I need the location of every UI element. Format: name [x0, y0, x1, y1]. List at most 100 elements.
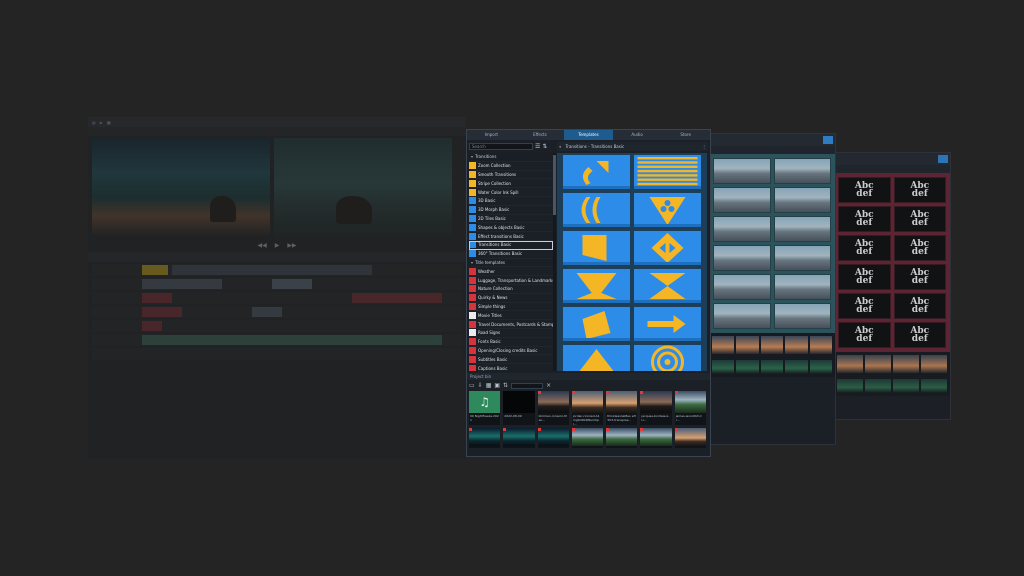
transition-tile[interactable] — [634, 155, 701, 189]
transition-tile[interactable] — [563, 155, 630, 189]
grid-view-icon[interactable]: ▦ — [486, 382, 492, 389]
video-template-tile[interactable] — [713, 216, 771, 242]
category-item[interactable]: Zoom Collection — [469, 162, 553, 171]
category-group-header[interactable]: ▾ Title templates — [469, 258, 553, 268]
project-bin-item[interactable] — [537, 428, 569, 448]
sort-icon[interactable]: ⇅ — [542, 143, 547, 150]
panel-button[interactable] — [823, 136, 833, 144]
font-template-tile[interactable]: Abc def — [838, 206, 891, 232]
transition-tile[interactable] — [634, 193, 701, 227]
project-bin-item[interactable] — [674, 428, 706, 448]
category-item[interactable]: Shapes & objects Basic — [469, 223, 553, 233]
category-item[interactable]: Transitions Basic — [469, 240, 553, 250]
tab-store[interactable]: Store — [661, 130, 710, 140]
font-template-tile[interactable]: Abc def — [838, 235, 891, 261]
font-template-tile[interactable]: Abc def — [893, 206, 946, 232]
tab-audio[interactable]: Audio — [613, 130, 662, 140]
transition-tile[interactable] — [634, 345, 701, 371]
category-item[interactable]: Effect transitions Basic — [469, 232, 553, 241]
video-template-tile[interactable] — [713, 187, 771, 213]
font-template-tile[interactable]: Abc def — [838, 177, 891, 203]
video-template-tile[interactable] — [713, 245, 771, 271]
category-item[interactable]: Road Signs — [469, 329, 553, 338]
transition-tile[interactable] — [563, 231, 630, 265]
category-group-header[interactable]: ▾ Transitions — [469, 153, 553, 162]
transition-tile[interactable] — [634, 307, 701, 341]
font-template-tile[interactable]: Abc def — [838, 264, 891, 290]
category-item[interactable]: Opening/Closing credits Basic — [469, 346, 553, 356]
category-label: 2D Tiles Basic — [478, 215, 506, 221]
search-input[interactable]: Search — [469, 143, 533, 150]
project-bin-item[interactable] — [640, 428, 672, 448]
project-bin-item[interactable] — [571, 428, 604, 448]
category-item[interactable]: 3D Basic — [469, 197, 553, 206]
category-item[interactable]: Stripe Collection — [469, 179, 553, 189]
project-bin-item[interactable]: kimmen-ronsom-Meo... — [537, 391, 569, 425]
video-template-tile[interactable] — [773, 245, 831, 271]
project-bin-item[interactable] — [469, 428, 501, 448]
scrollbar-thumb[interactable] — [553, 155, 556, 215]
font-template-tile[interactable]: Abc def — [838, 293, 891, 319]
transition-tile[interactable] — [634, 269, 701, 303]
sort-icon[interactable]: ⇅ — [503, 382, 508, 389]
project-bin-item[interactable]: jordan-rinnzed-A1 mg9UDkDNumbpl... — [571, 391, 604, 425]
category-item[interactable]: Smooth Transitions — [469, 170, 553, 180]
video-template-tile[interactable] — [773, 158, 831, 184]
tab-import[interactable]: Import — [467, 130, 516, 140]
video-template-tile[interactable] — [713, 303, 771, 329]
list-view-icon[interactable]: ☰ — [535, 143, 540, 150]
project-bin-item[interactable] — [503, 428, 535, 448]
category-item[interactable]: Simple things — [469, 302, 553, 312]
video-template-tile[interactable] — [713, 274, 771, 300]
category-item[interactable]: Luggage, Transportation & Landmarks — [469, 276, 553, 285]
back-icon[interactable]: « — [559, 144, 561, 149]
project-bin-item[interactable] — [606, 428, 638, 448]
project-bin-item[interactable]: jacques-bordeaux-U... — [640, 391, 672, 425]
category-item[interactable]: 3D Morph Basic — [469, 206, 553, 215]
project-bin-item[interactable]: james-wooditch-tr... — [674, 391, 706, 425]
video-template-tile[interactable] — [713, 158, 771, 184]
category-label: Captions Basic — [478, 365, 508, 371]
category-scrollbar[interactable] — [553, 153, 556, 371]
project-bin-item[interactable]: 2022-08-09 — [503, 391, 535, 425]
transition-tile[interactable] — [563, 193, 630, 227]
font-template-tile[interactable]: Abc def — [893, 293, 946, 319]
category-item[interactable]: Water Color Ink Spill — [469, 188, 553, 197]
panel-button[interactable] — [938, 155, 948, 163]
video-template-tile[interactable] — [773, 216, 831, 242]
bin-search-input[interactable] — [511, 382, 544, 389]
category-item[interactable]: Weather — [469, 267, 553, 277]
transition-tile[interactable] — [563, 345, 630, 371]
video-template-tile[interactable] — [773, 187, 831, 213]
tab-effects[interactable]: Effects — [516, 130, 565, 140]
image-icon[interactable]: ▣ — [494, 382, 500, 389]
category-label: Nature Collection — [478, 286, 513, 292]
tab-templates[interactable]: Templates — [564, 130, 613, 140]
project-bin-item[interactable]: ♫ 00 Nightfreeze.2021 — [469, 391, 501, 425]
category-item[interactable]: 360° Transitions Basic — [469, 250, 553, 259]
more-options-icon[interactable]: ⋮ — [702, 144, 708, 149]
font-template-tile[interactable]: Abc def — [838, 322, 891, 348]
import-icon[interactable]: ⇩ — [478, 382, 483, 389]
category-item[interactable]: Travel Documents, Postcards & Stamps — [469, 320, 553, 329]
font-template-tile[interactable]: Abc def — [893, 177, 946, 203]
category-item[interactable]: Quirky & News — [469, 294, 553, 303]
category-item[interactable]: Fonts Basic — [469, 338, 553, 347]
project-bin-item[interactable]: thinkleavlieMeo eH3U3-transpres... — [606, 391, 638, 425]
category-item[interactable]: Movie Titles — [469, 311, 553, 321]
category-item[interactable]: Subtitles Basic — [469, 355, 553, 365]
font-template-tile[interactable]: Abc def — [893, 235, 946, 261]
close-icon[interactable]: × — [546, 382, 551, 389]
transition-tile[interactable] — [563, 269, 630, 303]
video-template-tile[interactable] — [773, 303, 831, 329]
category-item[interactable]: Captions Basic — [469, 364, 553, 371]
folder-icon[interactable]: ▭ — [469, 382, 475, 389]
font-template-tile[interactable]: Abc def — [893, 264, 946, 290]
transition-tile[interactable] — [563, 307, 630, 341]
video-template-tile[interactable] — [773, 274, 831, 300]
category-item[interactable]: Nature Collection — [469, 285, 553, 294]
category-label: Effect transitions Basic — [478, 233, 524, 239]
category-item[interactable]: 2D Tiles Basic — [469, 214, 553, 224]
font-template-tile[interactable]: Abc def — [893, 322, 946, 348]
transition-tile[interactable] — [634, 231, 701, 265]
